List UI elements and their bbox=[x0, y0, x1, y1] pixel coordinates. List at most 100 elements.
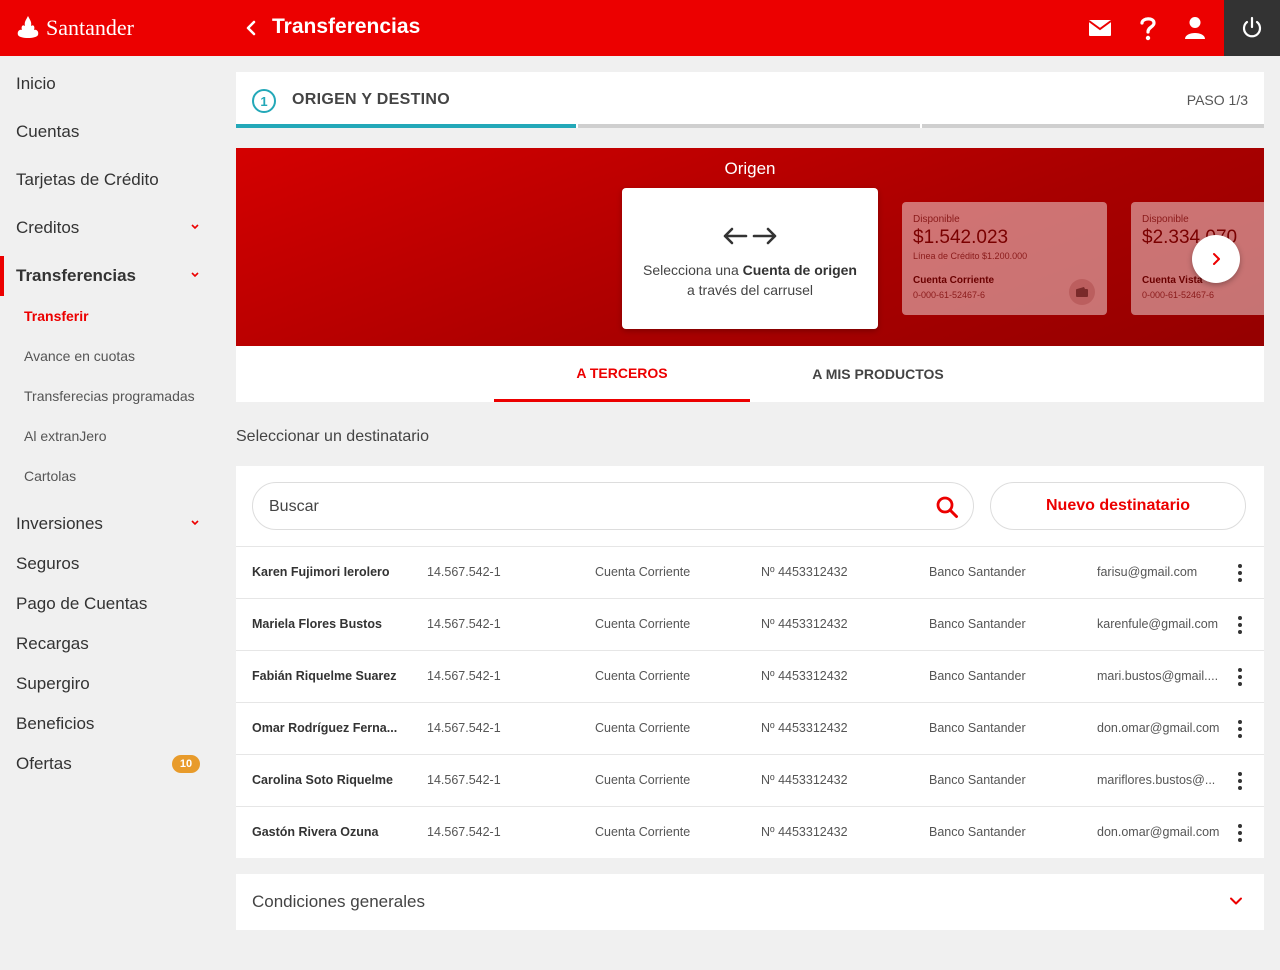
sidebar-item-inversiones[interactable]: Inversiones bbox=[0, 504, 220, 544]
chevron-left-icon bbox=[246, 20, 256, 36]
more-options-icon[interactable] bbox=[1232, 717, 1248, 741]
sidebar-item-label: Ofertas bbox=[16, 754, 72, 773]
sidebar-item-cuentas[interactable]: Cuentas bbox=[0, 112, 220, 152]
sidebar-item-label: Cuentas bbox=[16, 122, 80, 141]
sidebar-item-seguros[interactable]: Seguros bbox=[0, 544, 220, 584]
chevron-down-icon bbox=[1230, 897, 1242, 905]
recipient-name: Carolina Soto Riquelme bbox=[252, 773, 393, 787]
recipient-bank: Banco Santander bbox=[929, 565, 1026, 579]
recipient-name: Fabián Riquelme Suarez bbox=[252, 669, 397, 683]
power-icon bbox=[1242, 16, 1262, 38]
sidebar-subitem-label: Al extranJero bbox=[24, 428, 107, 444]
account-type: Cuenta Corriente bbox=[913, 275, 995, 286]
sidebar-subitem-cartolas[interactable]: Cartolas bbox=[0, 456, 220, 496]
recipient-name: Karen Fujimori Ierolero bbox=[252, 565, 390, 579]
origin-carousel: Origen Selecciona una Cuenta de origen a… bbox=[236, 148, 1264, 346]
account-number: 0-000-61-52467-6 bbox=[1142, 290, 1215, 300]
page-title: Transferencias bbox=[272, 15, 421, 38]
credit-line: Línea de Crédito $1.200.000 bbox=[913, 251, 1028, 261]
recipient-email: don.omar@gmail.com bbox=[1097, 721, 1220, 735]
sidebar-item-recargas[interactable]: Recargas bbox=[0, 624, 220, 664]
recipient-account-type: Cuenta Corriente bbox=[595, 721, 691, 735]
recipient-email: mariflores.bustos@... bbox=[1097, 773, 1216, 787]
sidebar-subitem-extranjero[interactable]: Al extranJero bbox=[0, 416, 220, 456]
sidebar-subitem-programadas[interactable]: Transferecias programadas bbox=[0, 376, 220, 416]
table-row[interactable]: Mariela Flores Bustos 14.567.542-1 Cuent… bbox=[236, 598, 1264, 650]
origin-label: Origen bbox=[724, 159, 776, 178]
search-box bbox=[252, 482, 974, 530]
table-row[interactable]: Fabián Riquelme Suarez 14.567.542-1 Cuen… bbox=[236, 650, 1264, 702]
recipient-rut: 14.567.542-1 bbox=[427, 617, 501, 631]
available-label: Disponible bbox=[913, 214, 960, 225]
sidebar-subitem-label: Transferir bbox=[24, 308, 89, 324]
chevron-right-icon bbox=[1213, 253, 1220, 265]
recipient-email: mari.bustos@gmail.... bbox=[1097, 669, 1219, 683]
tab-a-terceros[interactable]: A terceros bbox=[494, 346, 750, 402]
more-options-icon[interactable] bbox=[1232, 769, 1248, 793]
recipient-account-number: Nº 4453312432 bbox=[761, 617, 848, 631]
logout-button[interactable] bbox=[1224, 0, 1280, 56]
sidebar-item-tarjetas[interactable]: Tarjetas de Crédito bbox=[0, 160, 220, 200]
tab-a-mis-productos[interactable]: A mis productos bbox=[750, 346, 1006, 402]
recipient-account-type: Cuenta Corriente bbox=[595, 773, 691, 787]
sidebar-item-ofertas[interactable]: Ofertas 10 bbox=[0, 744, 220, 784]
sidebar-item-label: Supergiro bbox=[16, 674, 90, 693]
offers-count-badge: 10 bbox=[172, 755, 200, 773]
conditions-accordion[interactable]: Condiciones generales bbox=[236, 874, 1264, 930]
more-options-icon[interactable] bbox=[1232, 613, 1248, 637]
table-row[interactable]: Carolina Soto Riquelme 14.567.542-1 Cuen… bbox=[236, 754, 1264, 806]
recipient-rut: 14.567.542-1 bbox=[427, 669, 501, 683]
sidebar-item-inicio[interactable]: Inicio bbox=[0, 64, 220, 104]
sidebar-item-label: Inversiones bbox=[16, 514, 103, 533]
table-row[interactable]: Gastón Rivera Ozuna 14.567.542-1 Cuenta … bbox=[236, 806, 1264, 858]
help-button[interactable] bbox=[1134, 14, 1162, 42]
recipient-account-type: Cuenta Corriente bbox=[595, 617, 691, 631]
more-options-icon[interactable] bbox=[1232, 821, 1248, 845]
wallet-icon bbox=[1069, 279, 1095, 305]
more-options-icon[interactable] bbox=[1232, 561, 1248, 585]
sidebar-item-creditos[interactable]: Creditos bbox=[0, 208, 220, 248]
help-icon bbox=[1140, 17, 1156, 41]
table-row[interactable]: Omar Rodríguez Ferna... 14.567.542-1 Cue… bbox=[236, 702, 1264, 754]
carousel-next-button[interactable] bbox=[1192, 235, 1240, 283]
sidebar-subitem-avance[interactable]: Avance en cuotas bbox=[0, 336, 220, 376]
recipient-account-type: Cuenta Corriente bbox=[595, 669, 691, 683]
account-card[interactable]: Disponible $1.542.023 Línea de Crédito $… bbox=[902, 202, 1107, 315]
search-input[interactable] bbox=[269, 495, 909, 519]
recipient-account-type: Cuenta Corriente bbox=[595, 565, 691, 579]
step-count: PASO 1/3 bbox=[1186, 92, 1248, 108]
sidebar-item-label: Creditos bbox=[16, 218, 80, 237]
sidebar-item-label: Recargas bbox=[16, 634, 89, 653]
destination-tabs: A terceros A mis productos bbox=[236, 346, 1264, 402]
recipients-card: Nuevo destinatario Karen Fujimori Ierole… bbox=[236, 466, 1264, 858]
sidebar-item-pago-de-cuentas[interactable]: Pago de Cuentas bbox=[0, 584, 220, 624]
origin-hint-text: Selecciona una Cuenta de origen a través… bbox=[642, 260, 858, 300]
step-progress-3 bbox=[922, 124, 1264, 128]
recipient-account-number: Nº 4453312432 bbox=[761, 773, 848, 787]
origin-hint-card: Selecciona una Cuenta de origen a través… bbox=[622, 188, 878, 329]
sidebar-item-beneficios[interactable]: Beneficios bbox=[0, 704, 220, 744]
search-icon[interactable] bbox=[935, 495, 959, 519]
santander-logo[interactable]: Santander bbox=[16, 14, 134, 42]
stepper-card: 1 Origen y destino PASO 1/3 bbox=[236, 72, 1264, 128]
messages-button[interactable] bbox=[1086, 14, 1114, 42]
sidebar-subitem-label: Transferecias programadas bbox=[24, 388, 195, 404]
profile-button[interactable] bbox=[1181, 14, 1209, 42]
sidebar-item-transferencias[interactable]: Transferencias bbox=[0, 256, 220, 296]
sidebar-subitem-transferir[interactable]: Transferir bbox=[0, 296, 220, 336]
recipient-bank: Banco Santander bbox=[929, 669, 1026, 683]
recipient-name: Omar Rodríguez Ferna... bbox=[252, 721, 398, 735]
step-number: 1 bbox=[252, 89, 276, 113]
hint-prefix: Selecciona una bbox=[643, 262, 743, 278]
new-recipient-button[interactable]: Nuevo destinatario bbox=[990, 482, 1246, 530]
recipient-account-number: Nº 4453312432 bbox=[761, 565, 848, 579]
recipient-account-number: Nº 4453312432 bbox=[761, 721, 848, 735]
sidebar-item-supergiro[interactable]: Supergiro bbox=[0, 664, 220, 704]
back-button[interactable] bbox=[240, 16, 264, 40]
more-options-icon[interactable] bbox=[1232, 665, 1248, 689]
recipient-account-type: Cuenta Corriente bbox=[595, 825, 691, 839]
table-row[interactable]: Karen Fujimori Ierolero 14.567.542-1 Cue… bbox=[236, 546, 1264, 598]
sidebar-item-label: Tarjetas de Crédito bbox=[16, 170, 159, 189]
top-bar: Santander Transferencias bbox=[0, 0, 1280, 56]
sidebar-item-label: Inicio bbox=[16, 74, 56, 93]
